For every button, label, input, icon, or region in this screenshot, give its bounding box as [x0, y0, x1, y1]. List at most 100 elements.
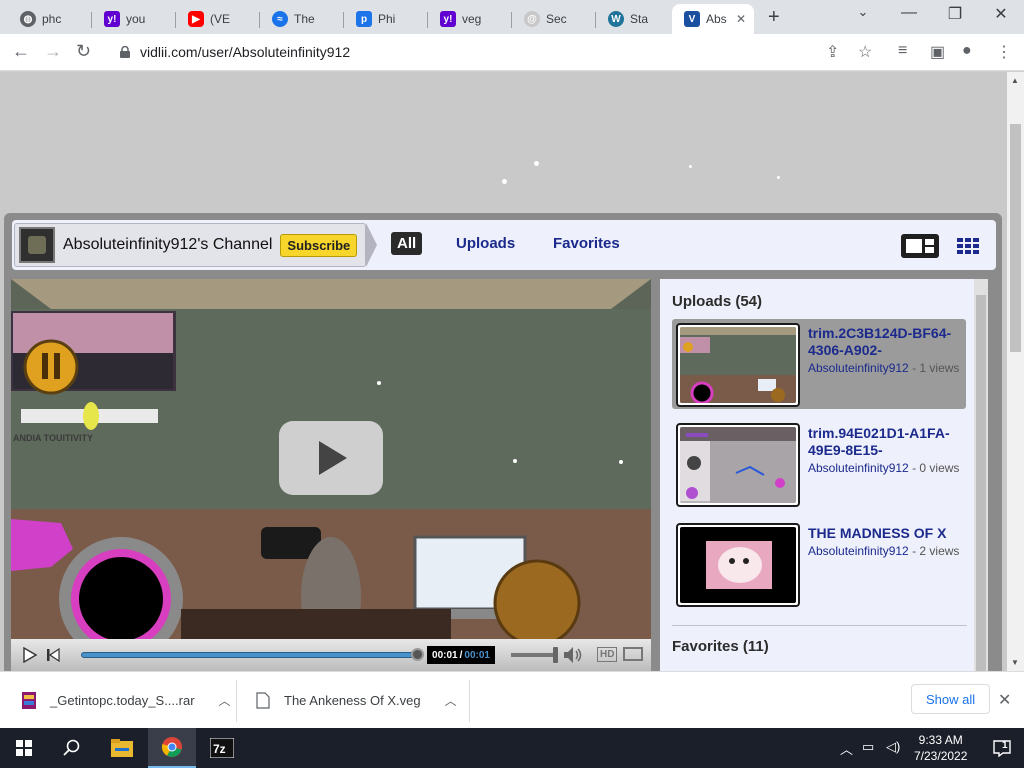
progress-bar[interactable] — [81, 652, 419, 658]
sidebar-scroll-thumb[interactable] — [976, 295, 986, 671]
close-window-icon[interactable]: ✕ — [978, 4, 1024, 24]
bookmark-star-icon[interactable]: ☆ — [858, 42, 872, 62]
tab-uploads[interactable]: Uploads — [456, 235, 515, 252]
share-icon[interactable]: ⇪ — [826, 42, 839, 62]
video-thumbnail[interactable] — [676, 323, 800, 407]
subscribe-button[interactable]: Subscribe — [280, 233, 358, 257]
close-tab-icon[interactable]: ✕ — [736, 12, 746, 26]
tab-3[interactable]: ≈ The — [260, 4, 344, 34]
tab-title: Sec — [546, 12, 567, 26]
video-title[interactable]: THE MADNESS OF X — [808, 525, 968, 542]
progress-handle[interactable] — [411, 648, 424, 661]
lock-icon — [120, 46, 130, 58]
video-thumbnail[interactable] — [676, 423, 800, 507]
vidlii-icon: V — [684, 11, 700, 27]
fullscreen-icon[interactable] — [623, 647, 643, 661]
previous-icon[interactable] — [41, 643, 65, 667]
video-views: - 2 views — [908, 544, 960, 558]
tab-8-active[interactable]: V Abs ✕ — [672, 4, 754, 34]
start-icon[interactable] — [0, 728, 48, 768]
avatar[interactable] — [19, 227, 55, 263]
video-author[interactable]: Absoluteinfinity912 — [808, 544, 909, 558]
clock[interactable]: 9:33 AM 7/23/2022 — [914, 732, 967, 764]
page-scroll-thumb[interactable] — [1010, 124, 1021, 352]
address-bar[interactable]: vidlii.com/user/Absoluteinfinity912 — [110, 38, 890, 66]
download-separator — [469, 680, 470, 722]
list-view-icon[interactable] — [901, 234, 939, 258]
video-frame[interactable]: ANDIA TOUITIVITY — [11, 279, 651, 639]
close-downloads-icon[interactable]: ✕ — [998, 690, 1011, 710]
network-icon[interactable]: ▭ — [862, 739, 874, 755]
volume-handle[interactable] — [553, 647, 558, 663]
yahoo-icon: y! — [104, 11, 120, 27]
restore-icon[interactable]: ❐ — [932, 4, 978, 24]
snow-particle — [502, 179, 507, 184]
download-item[interactable]: The Ankeness Of X.veg ︿ — [256, 672, 457, 729]
back-icon[interactable]: ← — [12, 41, 30, 62]
page-scrollbar[interactable]: ▲ ▼ — [1007, 72, 1024, 671]
volume-icon[interactable]: ◁) — [886, 739, 900, 755]
chevron-up-icon[interactable]: ︿ — [219, 692, 231, 709]
video-item[interactable]: trim.94E021D1-A1FA-49E9-8E15- Absolutein… — [672, 419, 966, 509]
time-display: 00:01 / 00:01 — [427, 646, 495, 664]
notifications-icon[interactable]: 1 — [980, 728, 1024, 768]
file-explorer-icon[interactable] — [98, 728, 146, 768]
tab-0[interactable]: ◍ phc — [8, 4, 92, 34]
chrome-icon[interactable] — [148, 728, 196, 768]
channel-name: Absoluteinfinity912's Channel — [63, 236, 273, 253]
video-meta: Absoluteinfinity912 - 1 views — [808, 361, 959, 375]
forward-icon[interactable]: → — [44, 41, 62, 62]
tab-all[interactable]: All — [391, 232, 423, 255]
chevron-up-icon[interactable]: ︿ — [445, 692, 457, 709]
hd-button[interactable]: HD — [597, 647, 618, 662]
browser-toolbar: ← → ↻ vidlii.com/user/Absoluteinfinity91… — [0, 34, 1024, 71]
download-item[interactable]: _Getintopc.today_S....rar ︿ — [22, 672, 231, 729]
tab-2[interactable]: ▶ (VE — [176, 4, 260, 34]
tab-title: phc — [42, 12, 62, 26]
tab-search-icon[interactable]: ⌄ — [840, 4, 886, 20]
file-icon — [256, 692, 270, 709]
tab-favorites[interactable]: Favorites — [553, 235, 620, 252]
video-item[interactable]: trim.2C3B124D-BF64-4306-A902- Absolutein… — [672, 319, 966, 409]
7zip-icon[interactable]: 7z — [198, 728, 246, 768]
show-hidden-icons-icon[interactable]: ︿ — [840, 739, 853, 758]
snow-particle — [534, 161, 539, 166]
video-title[interactable]: trim.94E021D1-A1FA-49E9-8E15- — [808, 425, 968, 459]
tab-4[interactable]: p Phi — [344, 4, 428, 34]
svg-text:ANDIA TOUITIVITY: ANDIA TOUITIVITY — [13, 433, 93, 443]
video-title[interactable]: trim.2C3B124D-BF64-4306-A902- — [808, 325, 968, 359]
media-control-icon[interactable]: ≡ — [898, 42, 907, 60]
grid-view-icon[interactable] — [956, 234, 980, 258]
video-item[interactable]: THE MADNESS OF X Absoluteinfinity912 - 2… — [672, 519, 966, 609]
minimize-icon[interactable]: — — [886, 4, 932, 22]
tab-6[interactable]: @ Sec — [512, 4, 596, 34]
sidebar-scrollbar[interactable] — [974, 279, 988, 671]
volume-slider[interactable] — [511, 653, 557, 657]
volume-icon[interactable] — [563, 646, 583, 664]
video-player[interactable]: ANDIA TOUITIVITY 00:01 / 00:01 HD — [11, 279, 651, 671]
archive-file-icon — [22, 692, 36, 709]
p-icon: p — [356, 11, 372, 27]
search-icon[interactable] — [48, 728, 96, 768]
new-tab-icon[interactable]: + — [768, 6, 780, 29]
uploads-sidebar: Uploads (54) trim.2C3B124D-BF64-4306-A90… — [660, 279, 988, 671]
tab-1[interactable]: y! you — [92, 4, 176, 34]
channel-navbar: Absoluteinfinity912's Channel Subscribe … — [12, 220, 996, 270]
scroll-down-icon[interactable]: ▼ — [1011, 658, 1019, 667]
video-author[interactable]: Absoluteinfinity912 — [808, 361, 909, 375]
profile-icon[interactable]: ● — [962, 42, 972, 60]
menu-icon[interactable]: ⋮ — [996, 42, 1012, 62]
tab-7[interactable]: W Sta — [596, 4, 680, 34]
video-thumbnail[interactable] — [676, 523, 800, 607]
scroll-up-icon[interactable]: ▲ — [1011, 76, 1019, 85]
clock-time: 9:33 AM — [918, 733, 963, 747]
tab-strip: ◍ phc y! you ▶ (VE ≈ The p Phi y! veg @ … — [0, 0, 1024, 34]
show-all-button[interactable]: Show all — [911, 684, 991, 714]
svg-text:7z: 7z — [213, 742, 226, 756]
play-icon[interactable] — [17, 643, 41, 667]
reload-icon[interactable]: ↻ — [76, 41, 91, 62]
spiral-icon: @ — [524, 11, 540, 27]
video-author[interactable]: Absoluteinfinity912 — [808, 461, 909, 475]
tab-5[interactable]: y! veg — [428, 4, 512, 34]
side-panel-icon[interactable]: ▣ — [930, 42, 945, 62]
